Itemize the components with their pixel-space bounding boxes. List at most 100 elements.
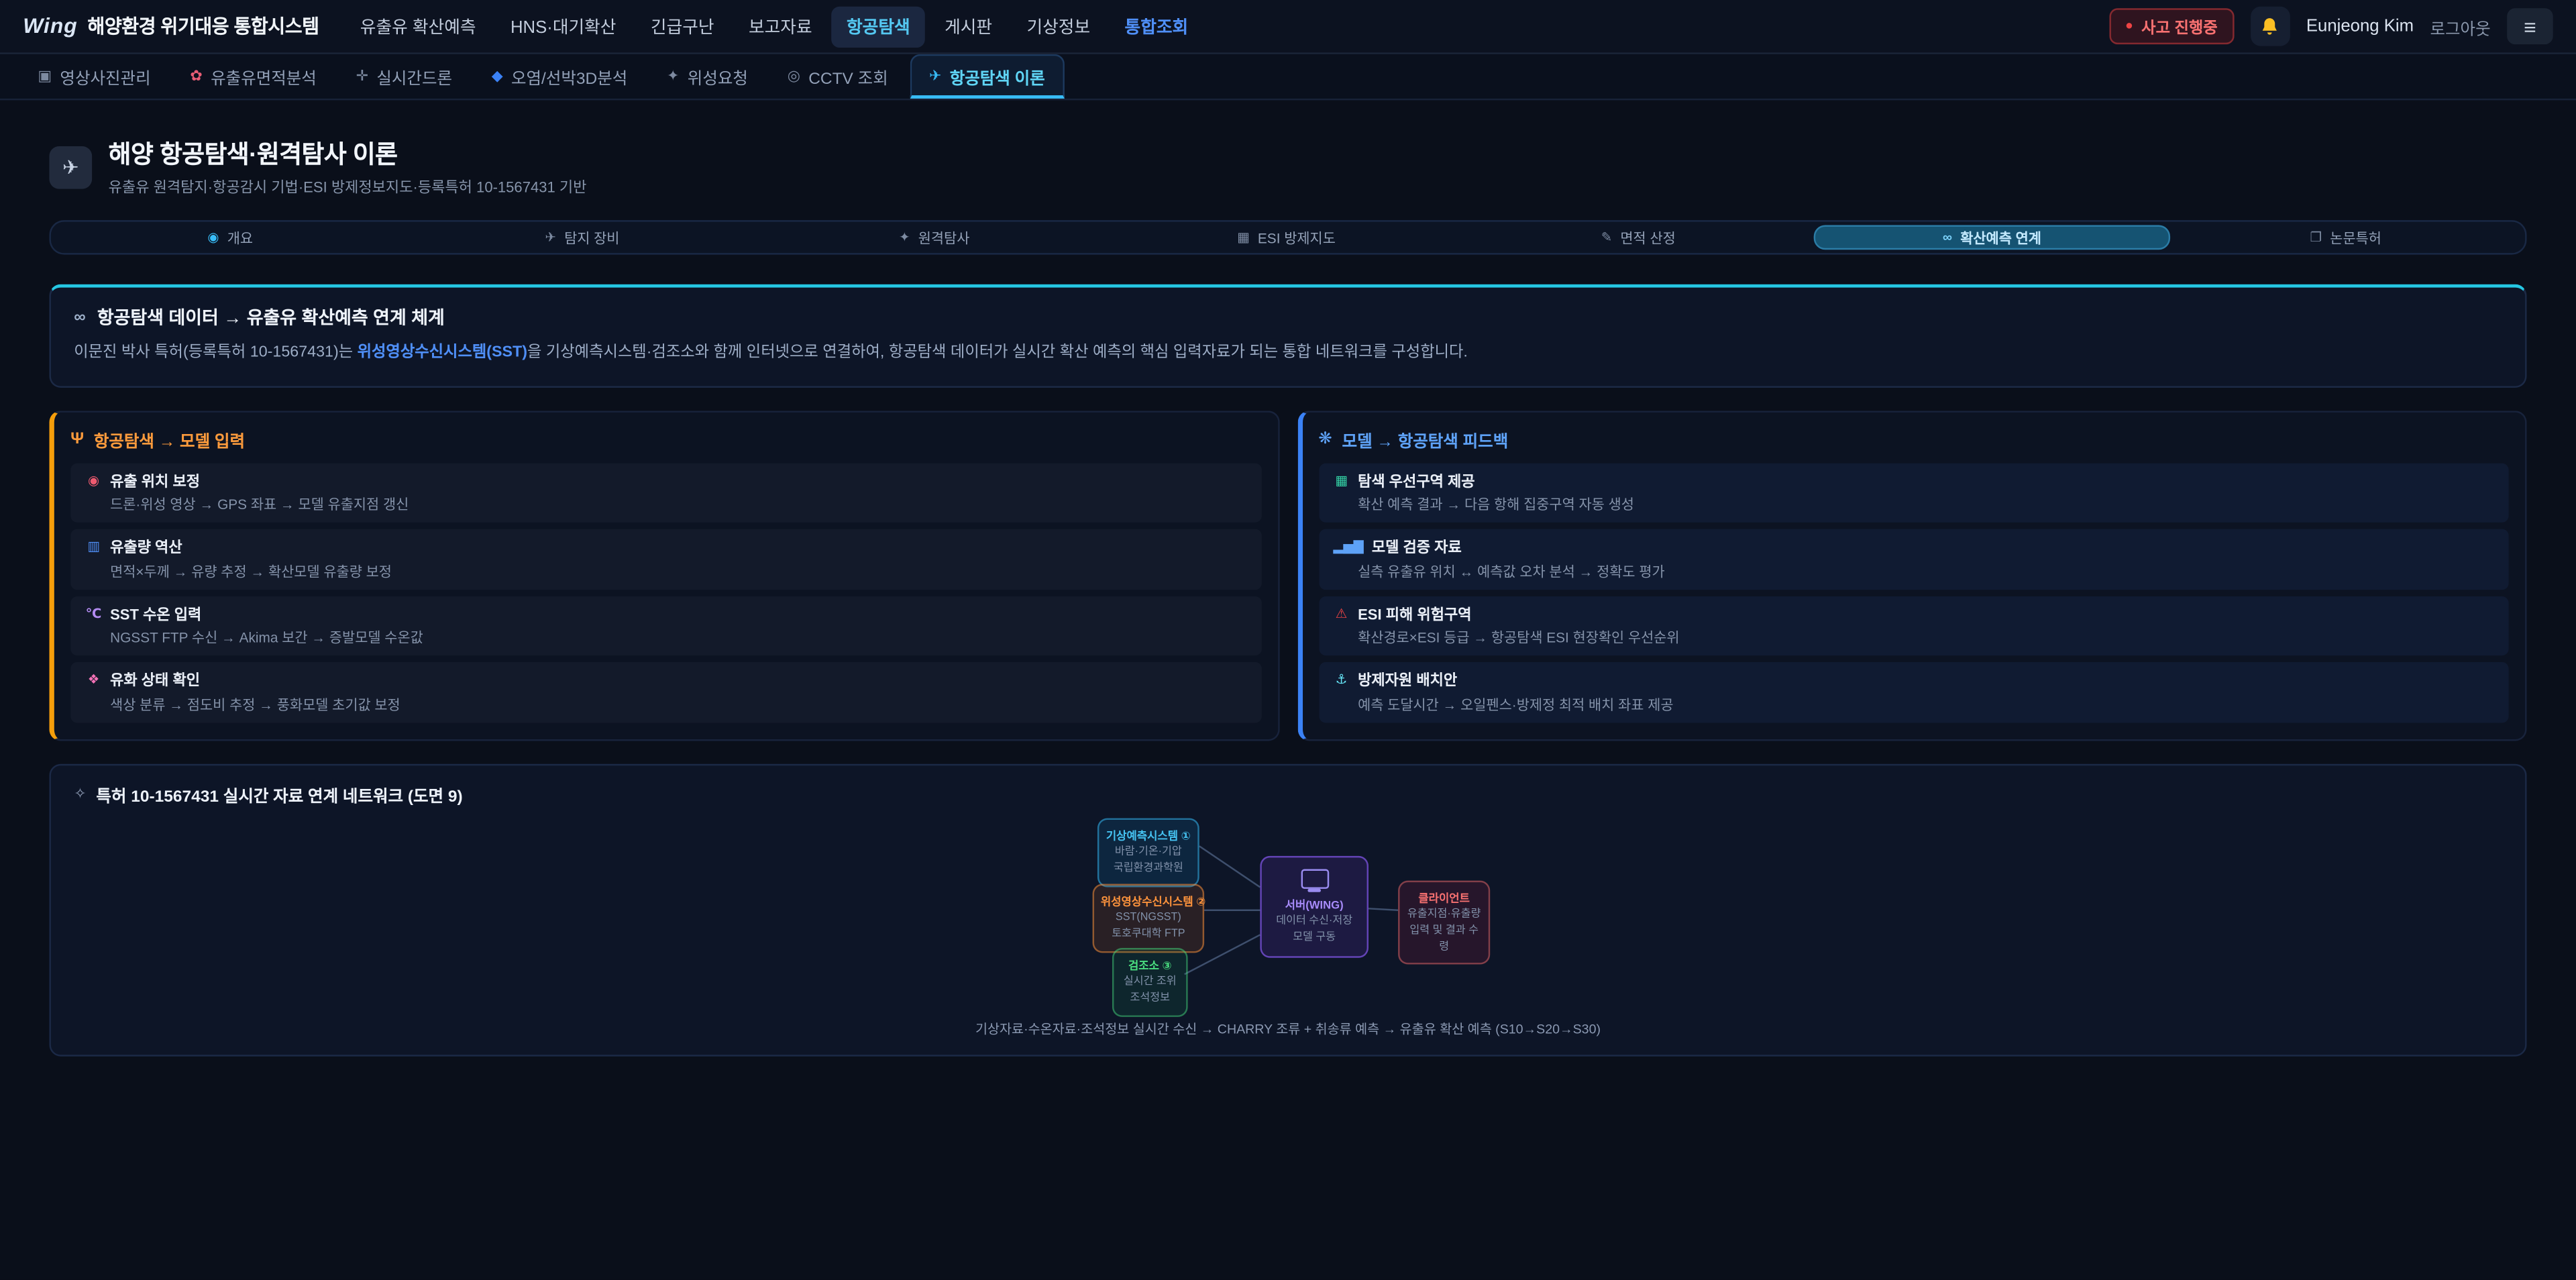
nav-integrated-search[interactable]: 통합조회 — [1110, 6, 1203, 47]
intro-text-after: 을 기상예측시스템·검조소와 함께 인터넷으로 연결하여, 항공탐색 데이터가 … — [527, 343, 1468, 362]
bar-chart-icon: ▂▅▇ — [1333, 539, 1363, 554]
document-icon: ❐ — [2310, 230, 2322, 245]
tab-label: 논문특허 — [2330, 227, 2381, 247]
map-icon: ▦ — [1237, 230, 1250, 245]
monitor-icon — [1300, 869, 1328, 888]
card-model-input: Ψ 항공탐색 → 모델 입력 ◉ 유출 위치 보정 드론·위성 영상 → GPS … — [49, 411, 1279, 741]
node-title: 클라이언트 — [1406, 888, 1482, 904]
brain-icon: ❋ — [1318, 430, 1332, 448]
main-nav: 유출유 확산예측 HNS·대기확산 긴급구난 보고자료 항공탐색 게시판 기상정… — [345, 6, 1203, 47]
tab-detection-equipment[interactable]: ✈ 탐지 장비 — [407, 225, 759, 250]
tab-label: 원격탐사 — [918, 227, 970, 247]
tab-label: 면적 산정 — [1620, 227, 1675, 247]
page-header: ✈ 해양 항공탐색·원격탐사 이론 유출유 원격탐지·항공감시 기법·ESI 방… — [49, 136, 2526, 197]
nav-hns-air-diffusion[interactable]: HNS·대기확산 — [496, 6, 631, 47]
tab-label: 탐지 장비 — [564, 227, 619, 247]
cctv-icon: ◎ — [788, 67, 800, 85]
tab-area-calculation[interactable]: ✎ 면적 산정 — [1462, 225, 1815, 250]
subnav-tab-satellite-request[interactable]: ✦ 위성요청 — [649, 54, 766, 99]
app-brand[interactable]: Wing 해양환경 위기대응 통합시스템 — [23, 13, 319, 40]
tab-label: ESI 방제지도 — [1258, 227, 1336, 247]
item-desc: 드론·위성 영상 → GPS 좌표 → 모델 유출지점 갱신 — [85, 495, 1246, 515]
node-tide-station: 검조소 ③ 실시간 조위 조석정보 — [1112, 947, 1188, 1016]
page-header-plane-icon: ✈ — [49, 146, 92, 189]
item-title: 유화 상태 확인 — [110, 669, 200, 690]
hamburger-menu-button[interactable]: ≡ — [2507, 8, 2553, 44]
plane-icon: ✈ — [545, 230, 555, 245]
node-line: 입력 및 결과 수령 — [1406, 924, 1482, 955]
sst-system-link[interactable]: 위성영상수신시스템(SST) — [358, 343, 527, 362]
incident-status-badge[interactable]: ● 사고 진행중 — [2109, 8, 2235, 44]
list-item-spill-volume: ▥유출량 역산 면적×두께 → 유량 추정 → 확산모델 유출량 보정 — [70, 529, 1260, 589]
satellite-icon: ✦ — [667, 67, 679, 85]
flask-icon: ❖ — [85, 672, 101, 687]
list-item-resource-deployment: ⚓방제자원 배치안 예측 도달시간 → 오일펜스·방제정 최적 배치 좌표 제공 — [1318, 662, 2508, 722]
list-item-esi-risk-zone: ⚠ESI 피해 위험구역 확산경로×ESI 등급 → 항공탐색 ESI 현장확인… — [1318, 596, 2508, 655]
antenna-icon: Ψ — [70, 430, 84, 448]
list-item-priority-zone: ▦탐색 우선구역 제공 확산 예측 결과 → 다음 항해 집중구역 자동 생성 — [1318, 463, 2508, 523]
subnav-tab-cctv[interactable]: ◎ CCTV 조회 — [769, 54, 906, 99]
tab-remote-sensing[interactable]: ✦ 원격탐사 — [758, 225, 1110, 250]
subnav-label: 영상사진관리 — [60, 64, 150, 89]
node-server-wing: 서버(WING) 데이터 수신·저장 모델 구동 — [1260, 855, 1368, 957]
item-title: SST 수온 입력 — [110, 602, 201, 624]
item-title: ESI 피해 위험구역 — [1358, 602, 1471, 624]
node-title: 서버(WING) — [1269, 895, 1360, 911]
wing-logo: Wing — [23, 13, 77, 38]
section-tabbar: ◉ 개요 ✈ 탐지 장비 ✦ 원격탐사 ▦ ESI 방제지도 ✎ 면적 산정 ∞… — [49, 220, 2526, 254]
page-header-text: 해양 항공탐색·원격탐사 이론 유출유 원격탐지·항공감시 기법·ESI 방제정… — [109, 136, 587, 197]
node-line: 데이터 수신·저장 — [1269, 913, 1360, 928]
network-panel: ✧ 특허 10-1567431 실시간 자료 연계 네트워크 (도면 9) 기상… — [49, 763, 2526, 1056]
node-line: 바람·기온·기압 — [1106, 844, 1191, 859]
item-title: 유출 위치 보정 — [110, 470, 200, 491]
subnav-tab-3d-analysis[interactable]: ◆ 오염/선박3D분석 — [474, 54, 645, 99]
node-line: 유출지점·유출량 — [1406, 906, 1482, 922]
link-icon: ∞ — [1943, 230, 1952, 245]
list-item-sst-input: ℃SST 수온 입력 NGSST FTP 수신 → Akima 보간 → 증발모… — [70, 596, 1260, 655]
user-name[interactable]: Eunjeong Kim — [2306, 16, 2414, 36]
network-caption: 기상자료·수온자료·조석정보 실시간 수신 → CHARRY 조류 + 취송류 … — [74, 1020, 2502, 1038]
item-desc: 색상 분류 → 점도비 추정 → 풍화모델 초기값 보정 — [85, 694, 1246, 714]
nav-emergency-rescue[interactable]: 긴급구난 — [636, 6, 729, 47]
hamburger-icon: ≡ — [2524, 14, 2536, 39]
pin-icon: ◉ — [85, 473, 101, 488]
nav-board[interactable]: 게시판 — [930, 6, 1007, 47]
intro-paragraph: 이문진 박사 특허(등록특허 10-1567431)는 위성영상수신시스템(SS… — [74, 341, 2502, 366]
compass-icon: ◉ — [207, 230, 219, 245]
drone-icon: ✛ — [356, 67, 368, 85]
subnav-tab-oil-area-analysis[interactable]: ✿ 유출유면적분석 — [172, 54, 334, 99]
tab-overview[interactable]: ◉ 개요 — [54, 225, 407, 250]
node-weather-system: 기상예측시스템 ① 바람·기온·기압 국립환경과학원 — [1097, 818, 1199, 887]
link-cards-row: Ψ 항공탐색 → 모델 입력 ◉ 유출 위치 보정 드론·위성 영상 → GPS … — [49, 411, 2526, 741]
network-title: ✧ 특허 10-1567431 실시간 자료 연계 네트워크 (도면 9) — [74, 782, 2502, 806]
notifications-button[interactable] — [2251, 7, 2290, 46]
item-desc: 실측 유출유 위치 ↔ 예측값 오차 분석 → 정확도 평가 — [1333, 562, 2493, 581]
nav-reports[interactable]: 보고자료 — [734, 6, 827, 47]
subnav-label: 항공탐색 이론 — [950, 63, 1045, 88]
app-title: 해양환경 위기대응 통합시스템 — [87, 13, 319, 40]
list-item-spill-location: ◉ 유출 위치 보정 드론·위성 영상 → GPS 좌표 → 모델 유출지점 갱신 — [70, 463, 1260, 523]
subnav-tab-realtime-drone[interactable]: ✛ 실시간드론 — [338, 54, 470, 99]
card-title-text: 항공탐색 → 모델 입력 — [94, 427, 245, 451]
main-content: ✈ 해양 항공탐색·원격탐사 이론 유출유 원격탐지·항공감시 기법·ESI 방… — [0, 100, 2576, 1056]
subnav-label: 실시간드론 — [376, 64, 452, 89]
node-line: 토호쿠대학 FTP — [1101, 927, 1196, 943]
diagram-icon: ✧ — [74, 785, 86, 803]
nav-oil-spill-prediction[interactable]: 유출유 확산예측 — [345, 6, 491, 47]
barrel-icon: ▥ — [85, 539, 101, 554]
nav-weather-info[interactable]: 기상정보 — [1012, 6, 1105, 47]
card-title-text: 모델 → 항공탐색 피드백 — [1342, 427, 1509, 451]
tab-esi-map[interactable]: ▦ ESI 방제지도 — [1110, 225, 1462, 250]
card-model-feedback: ❋ 모델 → 항공탐색 피드백 ▦탐색 우선구역 제공 확산 예측 결과 → 다… — [1297, 411, 2526, 741]
item-desc: 확산경로×ESI 등급 → 항공탐색 ESI 현장확인 우선순위 — [1333, 628, 2493, 647]
subnav-tab-aerial-search-theory[interactable]: ✈ 항공탐색 이론 — [910, 54, 1065, 99]
nav-aerial-search[interactable]: 항공탐색 — [832, 6, 925, 47]
page-subtitle: 유출유 원격탐지·항공감시 기법·ESI 방제정보지도·등록특허 10-1567… — [109, 176, 587, 197]
logout-button[interactable]: 로그아웃 — [2430, 14, 2491, 39]
plane-icon: ✈ — [929, 66, 941, 85]
subnav-tab-image-management[interactable]: ▣ 영상사진관리 — [19, 54, 168, 99]
tab-papers-patents[interactable]: ❐ 논문특허 — [2169, 225, 2522, 250]
card-model-input-title: Ψ 항공탐색 → 모델 입력 — [70, 427, 1260, 451]
tab-prediction-link[interactable]: ∞ 확산예측 연계 — [1815, 225, 2170, 250]
intro-title-text: 항공탐색 데이터 → 유출유 확산예측 연계 체계 — [97, 304, 445, 330]
